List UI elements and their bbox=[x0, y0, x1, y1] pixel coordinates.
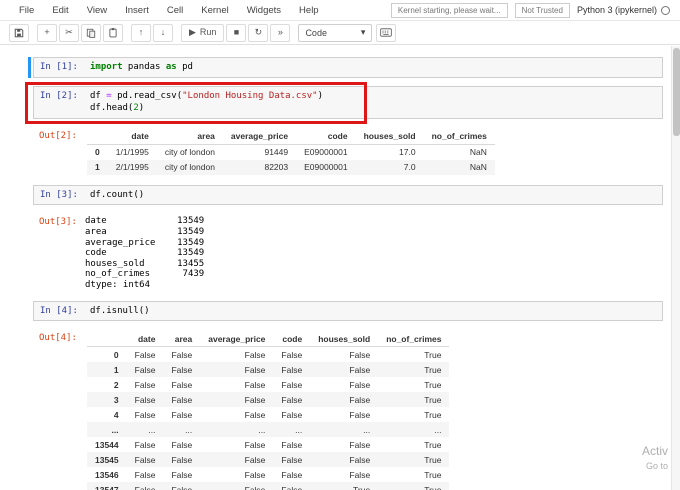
output-area-4: Out[4]: date area average_price code houses_… bbox=[33, 329, 663, 490]
move-cell-down-button[interactable]: ↓ bbox=[153, 23, 173, 42]
code-input-1[interactable]: In [1]: import pandas as pd bbox=[33, 57, 663, 78]
menu-help[interactable]: Help bbox=[290, 5, 328, 16]
keyboard-icon bbox=[380, 28, 393, 37]
code-input-3[interactable]: In [3]: df.count() bbox=[33, 184, 663, 206]
kernel-status-message: Kernel starting, please wait... bbox=[390, 2, 508, 18]
output-prompt-2: Out[2]: bbox=[39, 130, 77, 141]
command-palette-button[interactable] bbox=[376, 23, 397, 42]
trust-badge[interactable]: Not Trusted bbox=[514, 2, 570, 18]
cell-type-dropdown[interactable]: Code ▾ bbox=[298, 23, 373, 42]
toolbar: + ✂ ↑ ↓ ▶ Run ■ ↻ » Code ▾ bbox=[0, 21, 680, 45]
cut-cell-icon: ✂ bbox=[65, 27, 73, 37]
copy-cell-button[interactable] bbox=[81, 23, 101, 42]
menu-file[interactable]: File bbox=[10, 5, 43, 16]
run-label: Run bbox=[199, 27, 217, 37]
menu-kernel[interactable]: Kernel bbox=[192, 5, 237, 16]
restart-kernel-button[interactable]: ↻ bbox=[248, 23, 269, 42]
interrupt-kernel-button[interactable]: ■ bbox=[226, 23, 247, 42]
code-cell-3: In [3]: df.count() bbox=[33, 184, 663, 206]
stop-icon: ■ bbox=[233, 27, 240, 37]
kernel-status-icon bbox=[661, 5, 670, 15]
run-icon: ▶ bbox=[189, 27, 196, 37]
menu-insert[interactable]: Insert bbox=[116, 5, 158, 16]
fast-forward-icon: » bbox=[277, 27, 283, 37]
run-button[interactable]: ▶ Run bbox=[181, 23, 225, 42]
paste-cell-icon bbox=[108, 27, 118, 38]
restart-icon: ↻ bbox=[254, 27, 263, 37]
add-cell-button[interactable]: + bbox=[37, 23, 57, 42]
input-prompt-4: In [4]: bbox=[40, 305, 78, 316]
move-down-icon: ↓ bbox=[160, 27, 166, 37]
code-input-4[interactable]: In [4]: df.isnull() bbox=[33, 300, 663, 322]
menu-edit[interactable]: Edit bbox=[43, 5, 77, 16]
dataframe-isnull-table: date area average_price code houses_sold no_o… bbox=[85, 329, 450, 490]
output-prompt-3: Out[3]: bbox=[39, 217, 77, 228]
menubar-right: Kernel starting, please wait... Not Trus… bbox=[390, 2, 670, 18]
series-count-output: date 13549 area 13549 average_price 1354… bbox=[85, 216, 205, 291]
save-button[interactable] bbox=[9, 23, 29, 42]
notebook: In [1]: import pandas as pd In [2]: df =… bbox=[0, 46, 671, 490]
scrollbar-thumb[interactable] bbox=[673, 48, 680, 136]
code-editor-1[interactable]: import pandas as pd bbox=[86, 58, 197, 77]
menubar: File Edit View Insert Cell Kernel Widget… bbox=[0, 0, 680, 21]
restart-run-all-button[interactable]: » bbox=[270, 23, 291, 42]
kernel-name-label: Python 3 (ipykernel) bbox=[576, 5, 657, 15]
save-icon bbox=[14, 28, 24, 38]
output-area-2: Out[2]: date area average_price code houses_… bbox=[33, 127, 663, 175]
copy-cell-icon bbox=[86, 28, 96, 38]
menu-view[interactable]: View bbox=[78, 5, 116, 16]
paste-cell-button[interactable] bbox=[103, 23, 123, 42]
cell-type-value: Code bbox=[305, 27, 327, 38]
selected-cell-indicator bbox=[28, 57, 31, 78]
cut-cell-button[interactable]: ✂ bbox=[59, 23, 79, 42]
menu-cell[interactable]: Cell bbox=[158, 5, 192, 16]
output-area-3: Out[3]: date 13549 area 13549 average_pr… bbox=[33, 213, 663, 290]
add-cell-icon: + bbox=[44, 27, 50, 37]
move-up-icon: ↑ bbox=[138, 27, 144, 37]
scrollbar-track[interactable] bbox=[671, 46, 680, 490]
code-input-2[interactable]: In [2]: df = pd.read_csv("London Housing… bbox=[33, 85, 663, 119]
code-editor-3[interactable]: df.count() bbox=[86, 186, 148, 205]
kernel-name: Python 3 (ipykernel) bbox=[577, 5, 670, 15]
output-prompt-4: Out[4]: bbox=[39, 333, 77, 344]
code-editor-4[interactable]: df.isnull() bbox=[86, 302, 154, 321]
dataframe-head-table: date area average_price code houses_sold no_o… bbox=[85, 127, 495, 175]
code-cell-2: In [2]: df = pd.read_csv("London Housing… bbox=[25, 81, 663, 124]
input-prompt-1: In [1]: bbox=[40, 62, 78, 72]
code-editor-2[interactable]: df = pd.read_csv("London Housing Data.cs… bbox=[86, 87, 327, 118]
move-cell-up-button[interactable]: ↑ bbox=[131, 23, 151, 42]
menu-widgets[interactable]: Widgets bbox=[238, 5, 290, 16]
input-prompt-2: In [2]: bbox=[40, 90, 78, 101]
code-cell-1: In [1]: import pandas as pd bbox=[28, 57, 663, 78]
code-cell-4: In [4]: df.isnull() bbox=[33, 300, 663, 322]
chevron-down-icon: ▾ bbox=[360, 27, 366, 37]
input-prompt-3: In [3]: bbox=[40, 189, 78, 200]
